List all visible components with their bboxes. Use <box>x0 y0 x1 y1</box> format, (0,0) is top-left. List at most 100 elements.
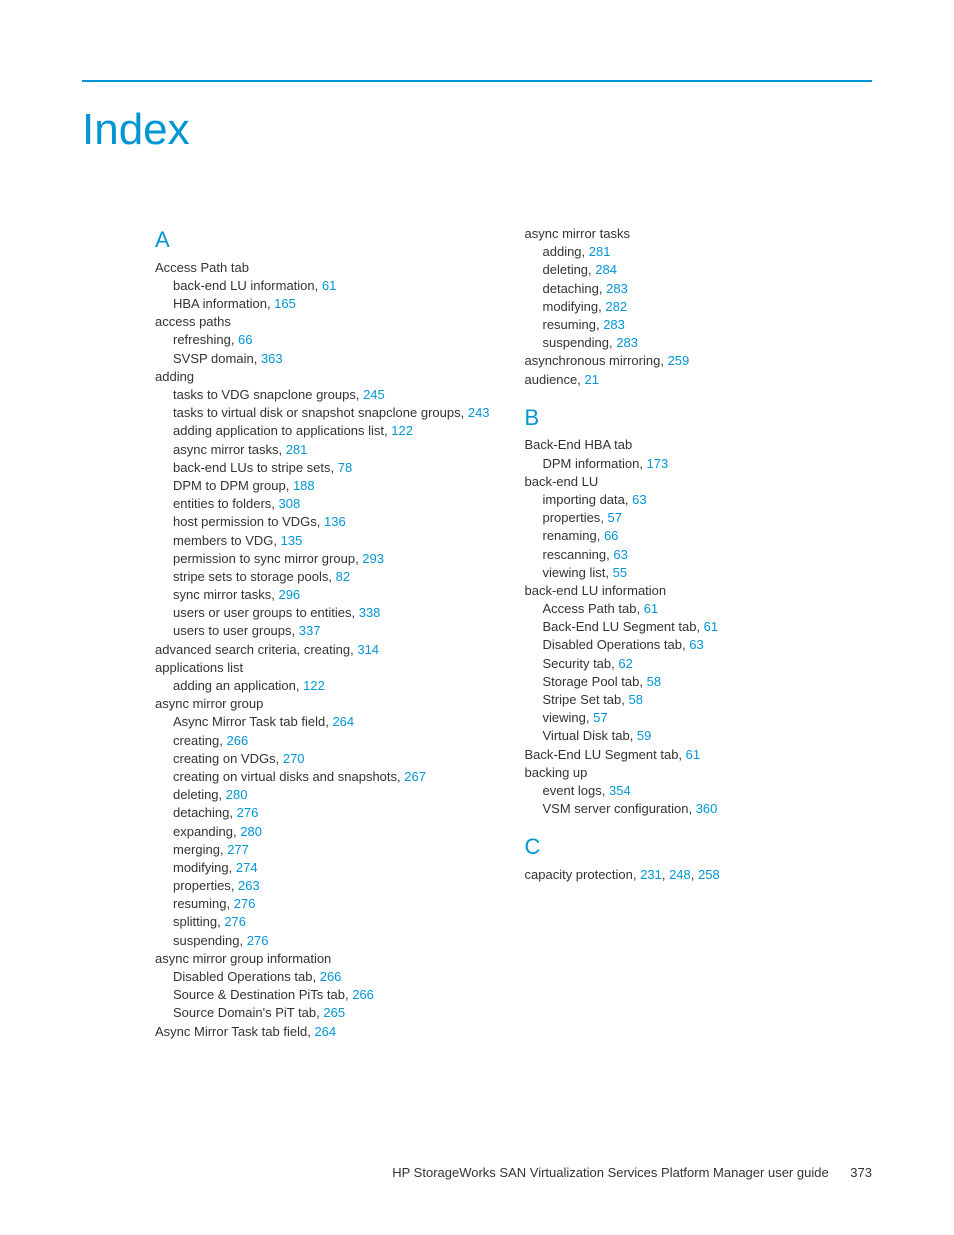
index-entry: Source Domain's PiT tab, 265 <box>173 1004 503 1022</box>
index-entry-text: SVSP domain <box>173 351 254 366</box>
index-page-link[interactable]: 281 <box>286 442 308 457</box>
index-entry-text: modifying <box>543 299 599 314</box>
index-entry-text: adding application to applications list <box>173 423 384 438</box>
index-page-link[interactable]: 283 <box>603 317 625 332</box>
index-page-link[interactable]: 354 <box>609 783 631 798</box>
index-page-link[interactable]: 66 <box>238 332 252 347</box>
index-page-link[interactable]: 277 <box>227 842 249 857</box>
index-page-link[interactable]: 173 <box>647 456 669 471</box>
index-entry: adding an application, 122 <box>173 677 503 695</box>
index-page-link[interactable]: 62 <box>618 656 632 671</box>
index-page-link[interactable]: 266 <box>320 969 342 984</box>
index-entry-text: async mirror tasks <box>525 226 630 241</box>
index-page-link[interactable]: 248 <box>669 867 691 882</box>
index-page-link[interactable]: 59 <box>637 728 651 743</box>
index-page-link[interactable]: 231 <box>640 867 662 882</box>
index-page-link[interactable]: 188 <box>293 478 315 493</box>
index-entry-text: back-end LU information <box>173 278 315 293</box>
index-entry-text: refreshing <box>173 332 231 347</box>
index-page-link[interactable]: 276 <box>224 914 246 929</box>
index-page-link[interactable]: 122 <box>303 678 325 693</box>
index-page-link[interactable]: 293 <box>362 551 384 566</box>
index-entry: Security tab, 62 <box>543 655 873 673</box>
index-page-link[interactable]: 21 <box>585 372 599 387</box>
index-entry: applications list <box>155 659 503 677</box>
index-page-link[interactable]: 165 <box>274 296 296 311</box>
index-entry-text: Source & Destination PiTs tab <box>173 987 345 1002</box>
index-page-link[interactable]: 78 <box>338 460 352 475</box>
index-page-link[interactable]: 61 <box>644 601 658 616</box>
index-page-link[interactable]: 280 <box>226 787 248 802</box>
index-page-link[interactable]: 55 <box>613 565 627 580</box>
index-entry-text: Stripe Set tab <box>543 692 622 707</box>
index-page-link[interactable]: 258 <box>698 867 720 882</box>
index-page-link[interactable]: 282 <box>605 299 627 314</box>
index-page-link[interactable]: 122 <box>391 423 413 438</box>
index-entry-text: Async Mirror Task tab field <box>155 1024 307 1039</box>
index-page-link[interactable]: 314 <box>357 642 379 657</box>
index-entry: asynchronous mirroring, 259 <box>525 352 873 370</box>
index-page-link[interactable]: 338 <box>359 605 381 620</box>
index-page-link[interactable]: 308 <box>279 496 301 511</box>
index-page-link[interactable]: 63 <box>689 637 703 652</box>
index-page-link[interactable]: 276 <box>237 805 259 820</box>
index-entry: Stripe Set tab, 58 <box>543 691 873 709</box>
index-entry: back-end LU information, 61 <box>173 277 503 295</box>
index-page-link[interactable]: 363 <box>261 351 283 366</box>
index-page-link[interactable]: 267 <box>404 769 426 784</box>
index-entry-text: renaming <box>543 528 597 543</box>
index-entry-text: detaching <box>543 281 599 296</box>
index-entry-text: Async Mirror Task tab field <box>173 714 325 729</box>
index-entry-text: adding <box>155 369 194 384</box>
index-page-link[interactable]: 61 <box>686 747 700 762</box>
index-page-link[interactable]: 283 <box>616 335 638 350</box>
index-page-link[interactable]: 243 <box>468 405 490 420</box>
index-page-link[interactable]: 57 <box>593 710 607 725</box>
index-page-link[interactable]: 136 <box>324 514 346 529</box>
index-entry: adding application to applications list,… <box>173 422 503 440</box>
index-page-link[interactable]: 337 <box>299 623 321 638</box>
index-page-link[interactable]: 82 <box>336 569 350 584</box>
index-page-link[interactable]: 63 <box>632 492 646 507</box>
index-entry-text: back-end LU information <box>525 583 667 598</box>
index-page-link[interactable]: 263 <box>238 878 260 893</box>
index-page-link[interactable]: 61 <box>322 278 336 293</box>
index-page-link[interactable]: 284 <box>595 262 617 277</box>
index-page-link[interactable]: 274 <box>236 860 258 875</box>
index-page-link[interactable]: 66 <box>604 528 618 543</box>
index-page-link[interactable]: 264 <box>332 714 354 729</box>
index-page-link[interactable]: 283 <box>606 281 628 296</box>
index-page-link[interactable]: 264 <box>314 1024 336 1039</box>
index-page-link[interactable]: 360 <box>696 801 718 816</box>
index-page-link[interactable]: 265 <box>323 1005 345 1020</box>
index-page-link[interactable]: 245 <box>363 387 385 402</box>
index-page-link[interactable]: 259 <box>668 353 690 368</box>
index-page-link[interactable]: 280 <box>240 824 262 839</box>
index-page-link[interactable]: 296 <box>278 587 300 602</box>
index-entry-text: modifying <box>173 860 229 875</box>
index-entry-text: Storage Pool tab <box>543 674 640 689</box>
index-page-link[interactable]: 281 <box>589 244 611 259</box>
index-entry-text: creating on VDGs <box>173 751 276 766</box>
index-page-link[interactable]: 57 <box>608 510 622 525</box>
index-page-link[interactable]: 63 <box>613 547 627 562</box>
index-page-link[interactable]: 61 <box>704 619 718 634</box>
top-rule <box>82 80 872 82</box>
index-page-link[interactable]: 270 <box>283 751 305 766</box>
index-entry-text: Virtual Disk tab <box>543 728 630 743</box>
index-page-link[interactable]: 58 <box>629 692 643 707</box>
index-entry-text: entities to folders <box>173 496 271 511</box>
index-entry: DPM information, 173 <box>543 455 873 473</box>
index-entry: Disabled Operations tab, 63 <box>543 636 873 654</box>
index-page-link[interactable]: 276 <box>247 933 269 948</box>
index-page-link[interactable]: 135 <box>281 533 303 548</box>
index-entry: suspending, 276 <box>173 932 503 950</box>
index-page-link[interactable]: 58 <box>647 674 661 689</box>
index-entry: creating on VDGs, 270 <box>173 750 503 768</box>
index-entry: tasks to virtual disk or snapshot snapcl… <box>173 404 503 422</box>
index-entry-text: creating <box>173 733 219 748</box>
index-entry-text: suspending <box>543 335 610 350</box>
index-page-link[interactable]: 266 <box>226 733 248 748</box>
index-page-link[interactable]: 276 <box>234 896 256 911</box>
index-page-link[interactable]: 266 <box>352 987 374 1002</box>
